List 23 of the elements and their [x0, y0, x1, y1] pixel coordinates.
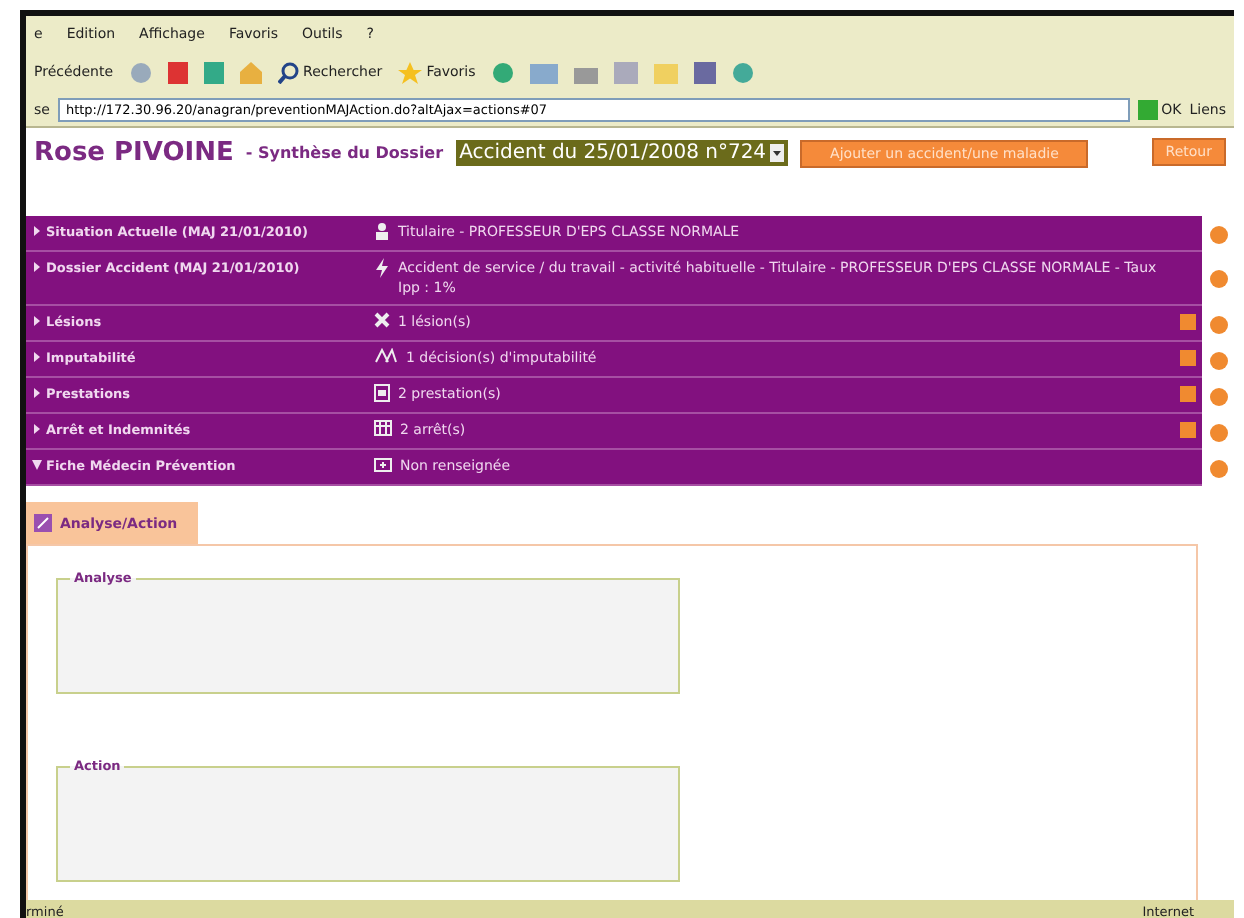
- home-icon[interactable]: [239, 61, 262, 83]
- caret-right-icon[interactable]: [32, 226, 42, 236]
- scale-icon: [374, 348, 398, 364]
- cross-icon: [374, 312, 390, 328]
- calendar-icon: [374, 420, 392, 436]
- caret-right-icon[interactable]: [32, 424, 42, 434]
- bolt-icon: [374, 258, 390, 278]
- caret-right-icon[interactable]: [32, 352, 42, 362]
- search-icon: [277, 61, 300, 83]
- caret-right-icon[interactable]: [32, 262, 42, 272]
- dossier-select[interactable]: Accident du 25/01/2008 n°724: [455, 140, 789, 166]
- caret-down-icon[interactable]: [32, 460, 42, 470]
- star-icon: [398, 61, 423, 83]
- patient-name: Rose PIVOINE: [34, 138, 234, 168]
- caret-right-icon[interactable]: [32, 388, 42, 398]
- document-icon: [374, 384, 390, 402]
- person-icon: [374, 222, 390, 240]
- help-icon[interactable]: [1209, 270, 1227, 288]
- medical-kit-icon: [374, 456, 392, 472]
- help-icon[interactable]: [1209, 225, 1227, 243]
- page-subtitle: - Synthèse du Dossier: [245, 144, 444, 162]
- caret-icon: [770, 144, 785, 162]
- caret-right-icon[interactable]: [32, 316, 42, 326]
